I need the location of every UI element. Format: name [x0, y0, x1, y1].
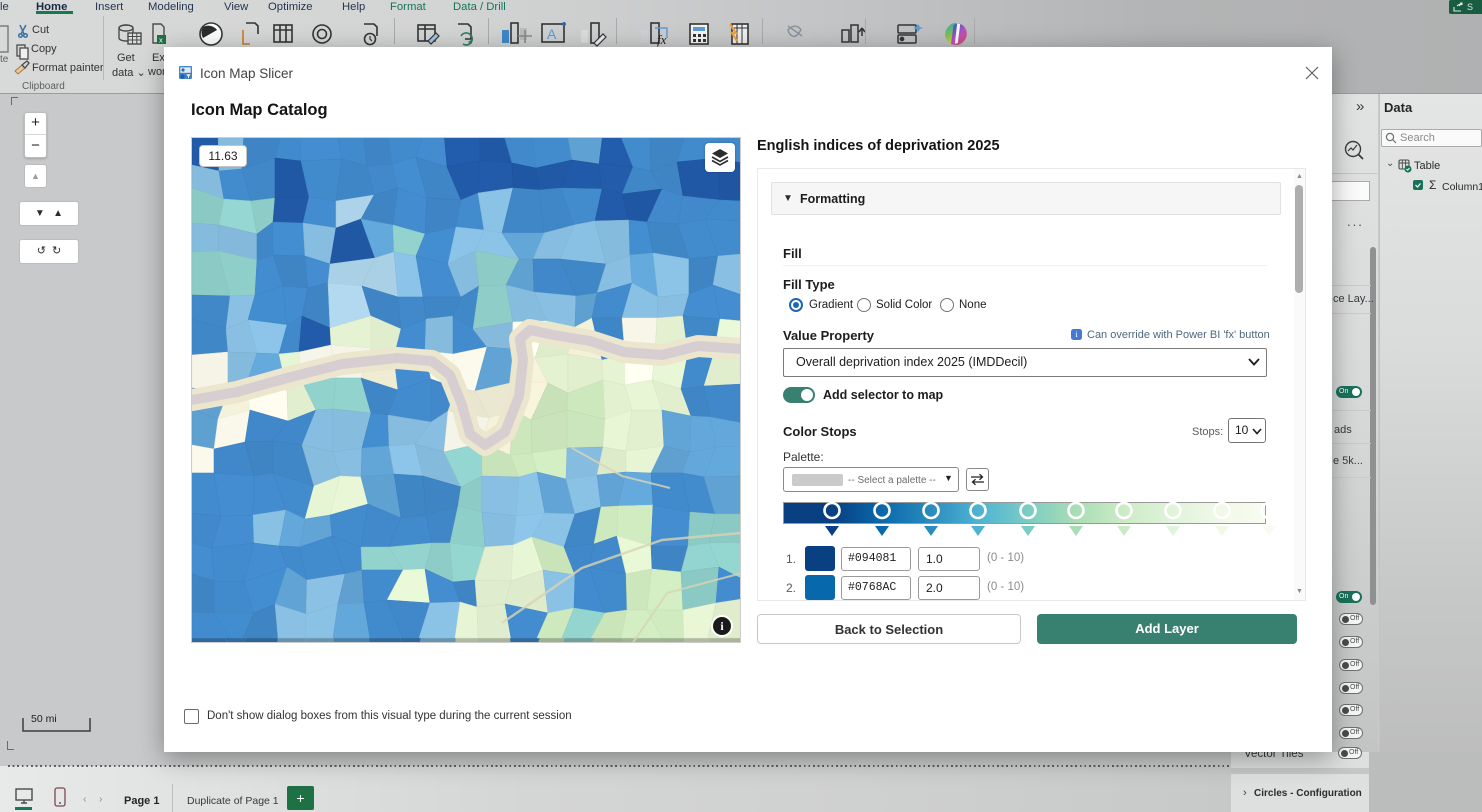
svg-text:te: te	[0, 54, 9, 65]
svg-text:A: A	[547, 26, 557, 42]
svg-text:fx: fx	[657, 32, 667, 47]
svg-text:x: x	[159, 36, 163, 45]
svg-text:50 mi: 50 mi	[31, 713, 57, 725]
